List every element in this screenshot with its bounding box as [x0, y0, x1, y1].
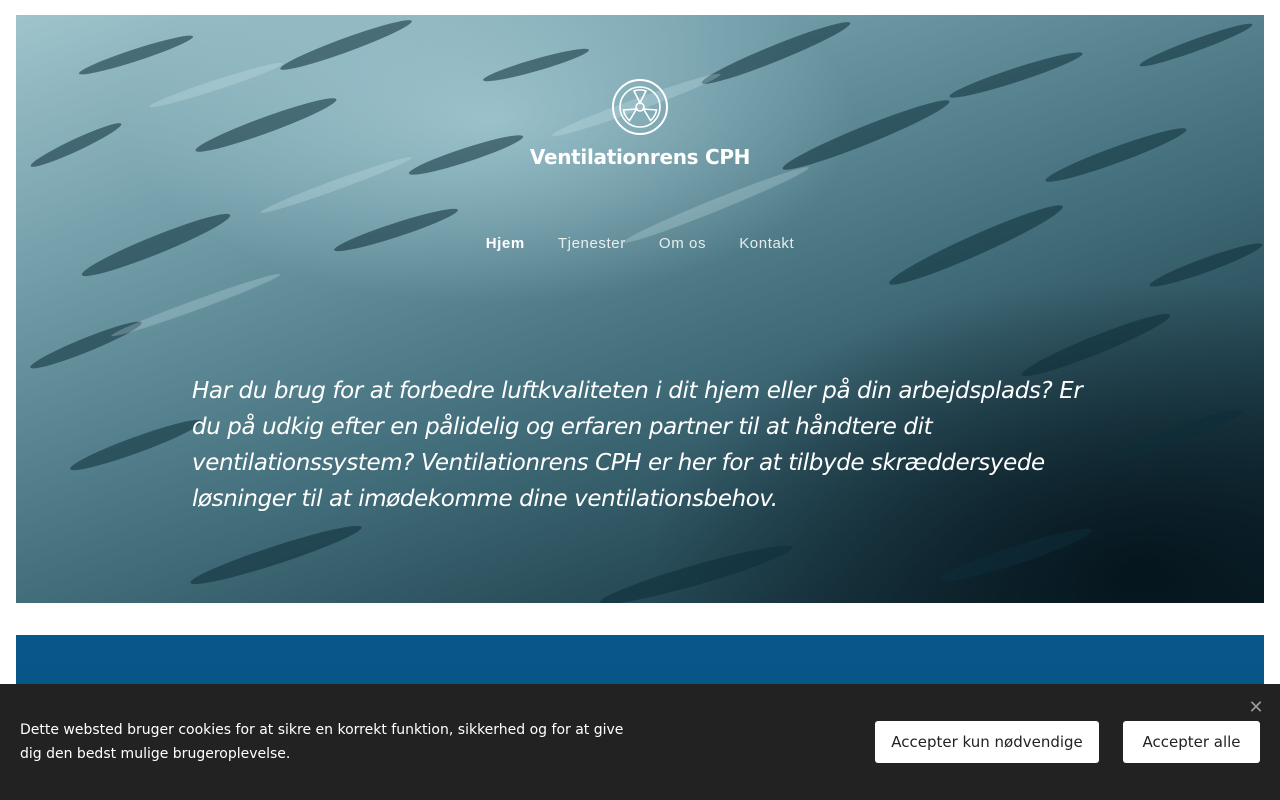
accept-necessary-button[interactable]: Accepter kun nødvendige — [875, 721, 1099, 763]
ventilation-fan-icon[interactable] — [610, 77, 670, 137]
nav-item-kontakt[interactable]: Kontakt — [739, 235, 794, 252]
hero-intro-text: Har du brug for at forbedre luftkvalitet… — [192, 378, 1083, 512]
hero-section: Ventilationrens CPH Hjem Tjenester Om os… — [16, 15, 1264, 603]
nav-item-hjem[interactable]: Hjem — [486, 235, 525, 252]
accept-all-button[interactable]: Accepter alle — [1123, 721, 1260, 763]
close-icon[interactable]: ✕ — [1246, 698, 1266, 718]
main-nav: Hjem Tjenester Om os Kontakt — [16, 233, 1264, 252]
nav-item-om-os[interactable]: Om os — [659, 235, 706, 252]
brand-name[interactable]: Ventilationrens CPH — [16, 145, 1264, 169]
cookie-banner-text: Dette websted bruger cookies for at sikr… — [20, 722, 624, 762]
cookie-banner: Dette websted bruger cookies for at sikr… — [0, 684, 1280, 800]
nav-item-tjenester[interactable]: Tjenester — [558, 235, 626, 252]
